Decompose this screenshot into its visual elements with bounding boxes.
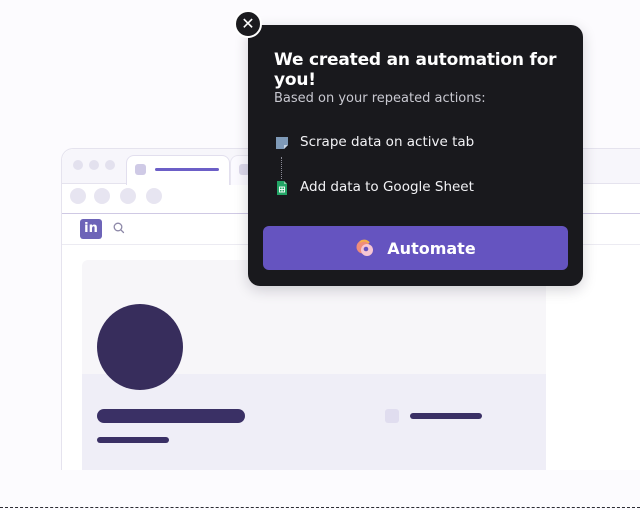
step-label: Scrape data on active tab: [300, 134, 475, 150]
step-label: Add data to Google Sheet: [300, 179, 474, 195]
automation-popup: We created an automation for you! Based …: [248, 25, 583, 286]
tab-favicon: [135, 164, 146, 175]
tab-active: [126, 155, 230, 185]
linkedin-logo: in: [80, 219, 102, 239]
bottom-fade: [0, 470, 640, 510]
company-name-placeholder: [410, 413, 482, 419]
popup-subtitle: Based on your repeated actions:: [274, 91, 486, 106]
automation-logo-icon: [356, 239, 374, 256]
profile-card: [82, 260, 546, 471]
toolbar-button: [94, 188, 110, 204]
company-logo-placeholder: [385, 409, 399, 423]
toolbar-button: [146, 188, 162, 204]
popup-title: We created an automation for you!: [274, 50, 557, 90]
headline-placeholder: [97, 437, 169, 443]
tab-title-placeholder: [155, 168, 219, 171]
google-sheets-icon: [277, 181, 287, 195]
search-icon: [113, 222, 125, 234]
scrape-icon: [276, 137, 288, 149]
window-dot: [89, 160, 99, 170]
toolbar-button: [70, 188, 86, 204]
toolbar-button: [120, 188, 136, 204]
name-placeholder: [97, 409, 245, 423]
step-connector: [281, 157, 282, 179]
avatar: [97, 304, 183, 390]
automate-button[interactable]: Automate: [263, 226, 568, 270]
automate-label: Automate: [387, 238, 476, 258]
close-button[interactable]: ✕: [234, 10, 262, 38]
window-dot: [73, 160, 83, 170]
divider: [0, 507, 640, 508]
window-dot: [105, 160, 115, 170]
